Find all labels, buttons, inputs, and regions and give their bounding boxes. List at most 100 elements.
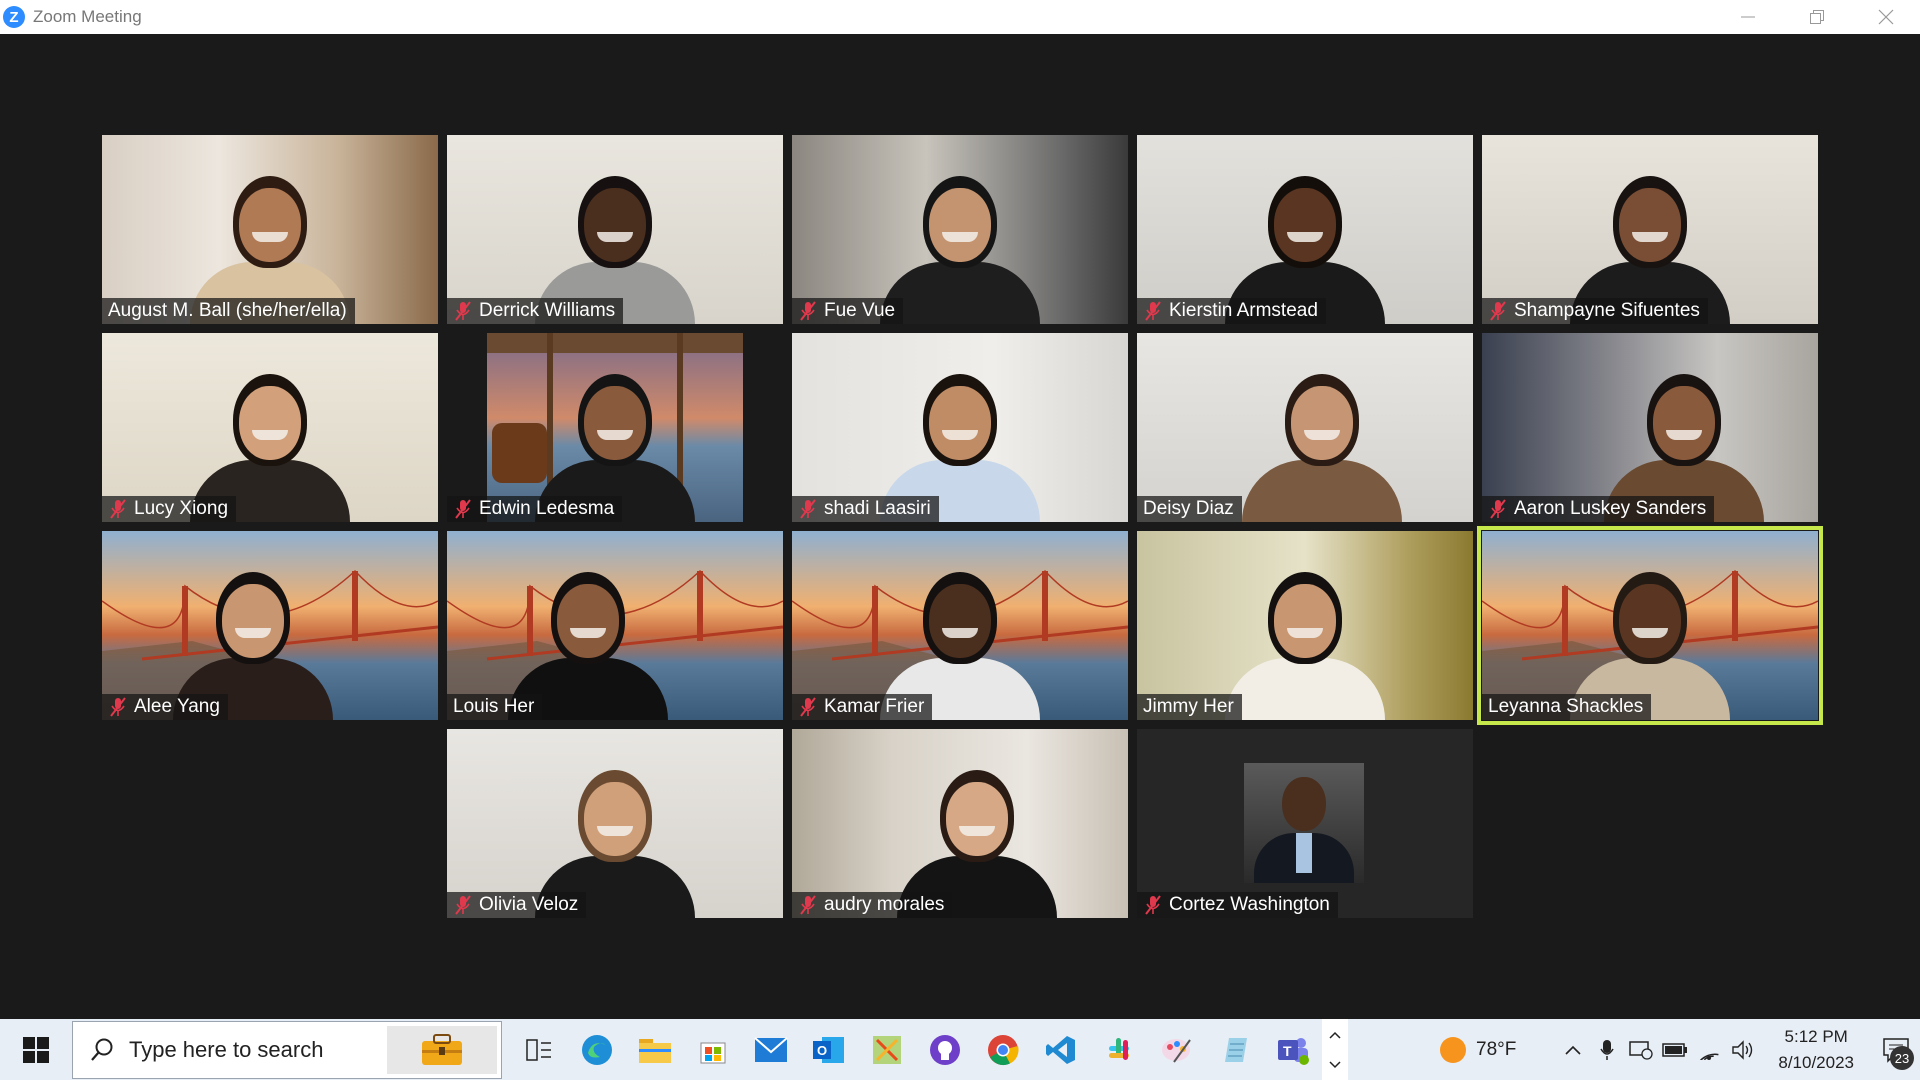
muted-microphone-icon	[1145, 895, 1161, 915]
zoom-logo-icon: Z	[3, 6, 25, 28]
participant-name: Edwin Ledesma	[479, 498, 615, 519]
windows-logo-icon	[23, 1036, 49, 1063]
paint-button[interactable]	[1148, 1019, 1206, 1080]
taskbar-search-box[interactable]: Type here to search	[72, 1020, 502, 1079]
notification-center-button[interactable]: 23	[1872, 1019, 1920, 1080]
svg-text:O: O	[817, 1043, 827, 1058]
display-tray-button[interactable]	[1624, 1019, 1658, 1080]
participant-name: Jimmy Her	[1143, 696, 1234, 717]
store-icon	[700, 1042, 726, 1063]
file-explorer-button[interactable]	[626, 1019, 684, 1080]
participant-tile[interactable]: Shampayne Sifuentes	[1482, 135, 1818, 324]
participant-name: audry morales	[824, 894, 945, 915]
restore-button[interactable]	[1782, 0, 1851, 34]
clock-time: 5:12 PM	[1784, 1026, 1848, 1046]
paint-icon	[1162, 1038, 1191, 1063]
participant-tile[interactable]: shadi Laasiri	[792, 333, 1128, 522]
taskbar-overflow-button[interactable]	[1322, 1019, 1348, 1080]
participant-name-label: Jimmy Her	[1137, 694, 1242, 720]
participant-tile[interactable]: Deisy Diaz	[1137, 333, 1473, 522]
participant-name: Aaron Luskey Sanders	[1514, 498, 1707, 519]
battery-tray-button[interactable]	[1658, 1019, 1692, 1080]
start-button[interactable]	[0, 1019, 72, 1080]
weather-widget[interactable]: 78°F	[1438, 1035, 1556, 1065]
participant-tile[interactable]: Lucy Xiong	[102, 333, 438, 522]
muted-microphone-icon	[800, 301, 816, 321]
windows-taskbar: Type here to search O T 78°F 5:12 PM 8/1…	[0, 1019, 1920, 1080]
minimize-button[interactable]	[1713, 0, 1782, 34]
participant-name: Leyanna Shackles	[1488, 696, 1644, 717]
close-button[interactable]	[1851, 0, 1920, 34]
chevron-up-icon	[1565, 1045, 1581, 1055]
restore-icon	[1809, 10, 1824, 24]
participant-name-label: Louis Her	[447, 694, 543, 720]
participant-tile[interactable]: Derrick Williams	[447, 135, 783, 324]
microphone-icon	[1600, 1039, 1615, 1060]
participant-video	[102, 333, 438, 522]
participant-name: Louis Her	[453, 696, 535, 717]
chrome-button[interactable]	[974, 1019, 1032, 1080]
vscode-button[interactable]	[1032, 1019, 1090, 1080]
weather-temperature: 78°F	[1476, 1038, 1517, 1060]
participant-tile[interactable]: Kamar Frier	[792, 531, 1128, 720]
display-icon	[1629, 1040, 1654, 1060]
gallery-view: August M. Ball (she/her/ella) Derrick Wil…	[0, 34, 1920, 1019]
search-highlight-badge[interactable]	[387, 1025, 497, 1074]
edge-button[interactable]	[568, 1019, 626, 1080]
window-title: Zoom Meeting	[33, 7, 142, 26]
participant-tile[interactable]: Olivia Veloz	[447, 729, 783, 918]
notepad-button[interactable]	[1206, 1019, 1264, 1080]
show-hidden-icons-button[interactable]	[1556, 1019, 1590, 1080]
muted-microphone-icon	[455, 301, 471, 321]
slack-button[interactable]	[1090, 1019, 1148, 1080]
participant-name-label: Lucy Xiong	[102, 496, 237, 522]
wifi-tray-button[interactable]	[1692, 1019, 1726, 1080]
participant-tile[interactable]: Alee Yang	[102, 531, 438, 720]
muted-microphone-icon	[1145, 301, 1161, 321]
participant-tile[interactable]: Edwin Ledesma	[447, 333, 783, 522]
muted-microphone-icon	[800, 499, 816, 519]
outlook-button[interactable]: O	[800, 1019, 858, 1080]
participant-name: Alee Yang	[134, 696, 220, 717]
teams-button[interactable]: T	[1264, 1019, 1322, 1080]
clock-date: 8/10/2023	[1778, 1052, 1854, 1072]
participant-tile[interactable]: August M. Ball (she/her/ella)	[102, 135, 438, 324]
chevron-up-down-icon	[1329, 1031, 1341, 1068]
participant-name-label: August M. Ball (she/her/ella)	[102, 298, 355, 324]
window-controls	[1713, 0, 1920, 34]
participant-name-label: Cortez Washington	[1137, 892, 1338, 918]
participant-video	[447, 729, 783, 918]
microsoft-store-button[interactable]	[684, 1019, 742, 1080]
participant-video	[1482, 135, 1818, 324]
participant-video	[1482, 333, 1818, 522]
participant-name: August M. Ball (she/her/ella)	[108, 300, 347, 321]
taskbar-clock[interactable]: 5:12 PM 8/10/2023	[1778, 1024, 1854, 1076]
github-desktop-button[interactable]	[916, 1019, 974, 1080]
participant-video	[1137, 531, 1473, 720]
task-view-button[interactable]	[510, 1019, 568, 1080]
slack-icon	[1109, 1037, 1129, 1060]
participant-name: Deisy Diaz	[1143, 498, 1234, 519]
participant-silhouette	[1215, 550, 1395, 720]
minimize-icon	[1740, 16, 1755, 18]
chrome-icon	[988, 1034, 1019, 1065]
participant-tile[interactable]: Louis Her	[447, 531, 783, 720]
participant-name: Fue Vue	[824, 300, 896, 321]
muted-microphone-icon	[110, 499, 126, 519]
snipping-tool-button[interactable]	[858, 1019, 916, 1080]
participant-tile[interactable]: Fue Vue	[792, 135, 1128, 324]
video-off-placeholder	[1137, 729, 1473, 918]
participant-tile[interactable]: Cortez Washington	[1137, 729, 1473, 918]
participant-video	[102, 135, 438, 324]
volume-tray-button[interactable]	[1726, 1019, 1760, 1080]
participant-tile[interactable]: Leyanna Shackles	[1477, 526, 1823, 725]
window-titlebar: Z Zoom Meeting	[0, 0, 1920, 34]
participant-tile[interactable]: Aaron Luskey Sanders	[1482, 333, 1818, 522]
participant-tile[interactable]: Kierstin Armstead	[1137, 135, 1473, 324]
microphone-tray-button[interactable]	[1590, 1019, 1624, 1080]
muted-microphone-icon	[110, 697, 126, 717]
participant-silhouette	[1232, 352, 1412, 522]
participant-tile[interactable]: audry morales	[792, 729, 1128, 918]
mail-button[interactable]	[742, 1019, 800, 1080]
participant-tile[interactable]: Jimmy Her	[1137, 531, 1473, 720]
